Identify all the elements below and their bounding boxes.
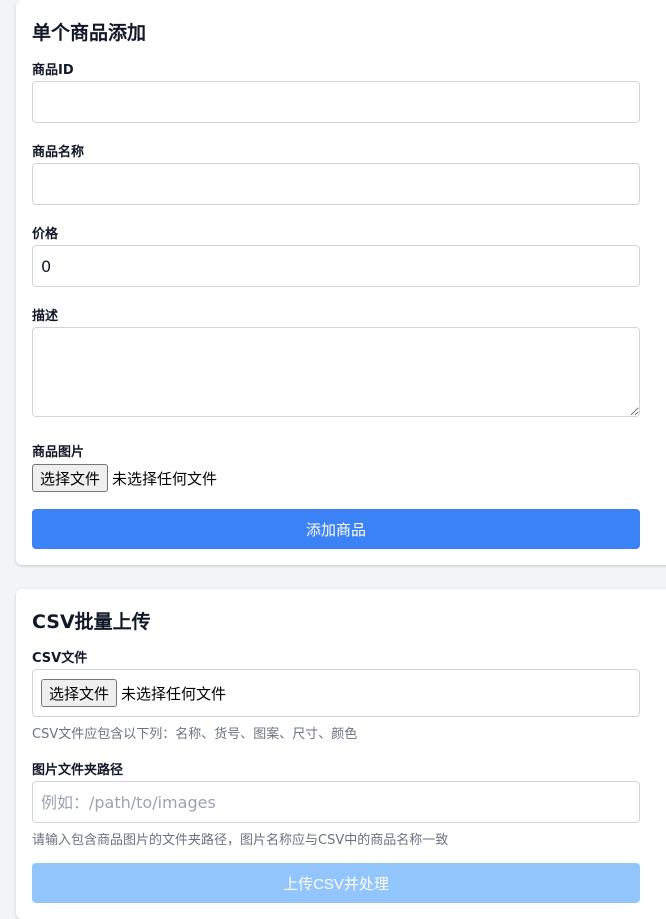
description-label: 描述 bbox=[32, 309, 59, 324]
product-image-label: 商品图片 bbox=[32, 445, 85, 460]
product-name-label: 商品名称 bbox=[32, 145, 85, 160]
product-name-input[interactable] bbox=[32, 163, 640, 205]
image-folder-hint: 请输入包含商品图片的文件夹路径，图片名称应与CSV中的商品名称一致 bbox=[32, 833, 449, 848]
image-folder-label: 图片文件夹路径 bbox=[32, 763, 124, 778]
choose-file-button[interactable]: 选择文件 bbox=[32, 464, 109, 492]
csv-columns-hint: CSV文件应包含以下列：名称、货号、图案、尺寸、颜色 bbox=[32, 727, 358, 742]
single-product-title: 单个商品添加 bbox=[32, 22, 147, 44]
product-id-input[interactable] bbox=[32, 81, 640, 123]
choose-csv-file-button[interactable]: 选择文件 bbox=[41, 679, 118, 707]
csv-file-input[interactable]: 选择文件 未选择任何文件 bbox=[32, 669, 640, 717]
csv-upload-card: CSV批量上传 CSV文件 选择文件 未选择任何文件 CSV文件应包含以下列：名… bbox=[16, 589, 666, 919]
price-label: 价格 bbox=[32, 227, 59, 242]
description-textarea[interactable] bbox=[32, 327, 640, 417]
image-folder-input[interactable] bbox=[32, 781, 640, 823]
product-id-label: 商品ID bbox=[32, 63, 74, 78]
upload-csv-button[interactable]: 上传CSV并处理 bbox=[32, 863, 640, 903]
product-image-file-input[interactable]: 选择文件 未选择任何文件 bbox=[32, 464, 217, 492]
csv-file-status-text: 未选择任何文件 bbox=[121, 684, 227, 703]
file-status-text: 未选择任何文件 bbox=[112, 469, 218, 488]
csv-file-label: CSV文件 bbox=[32, 651, 88, 666]
csv-upload-title: CSV批量上传 bbox=[32, 611, 151, 633]
add-product-button[interactable]: 添加商品 bbox=[32, 509, 640, 549]
single-product-card: 单个商品添加 商品ID 商品名称 价格 描述 商品图片 选择文件 未选择任何文件… bbox=[16, 0, 666, 565]
price-input[interactable] bbox=[32, 245, 640, 287]
